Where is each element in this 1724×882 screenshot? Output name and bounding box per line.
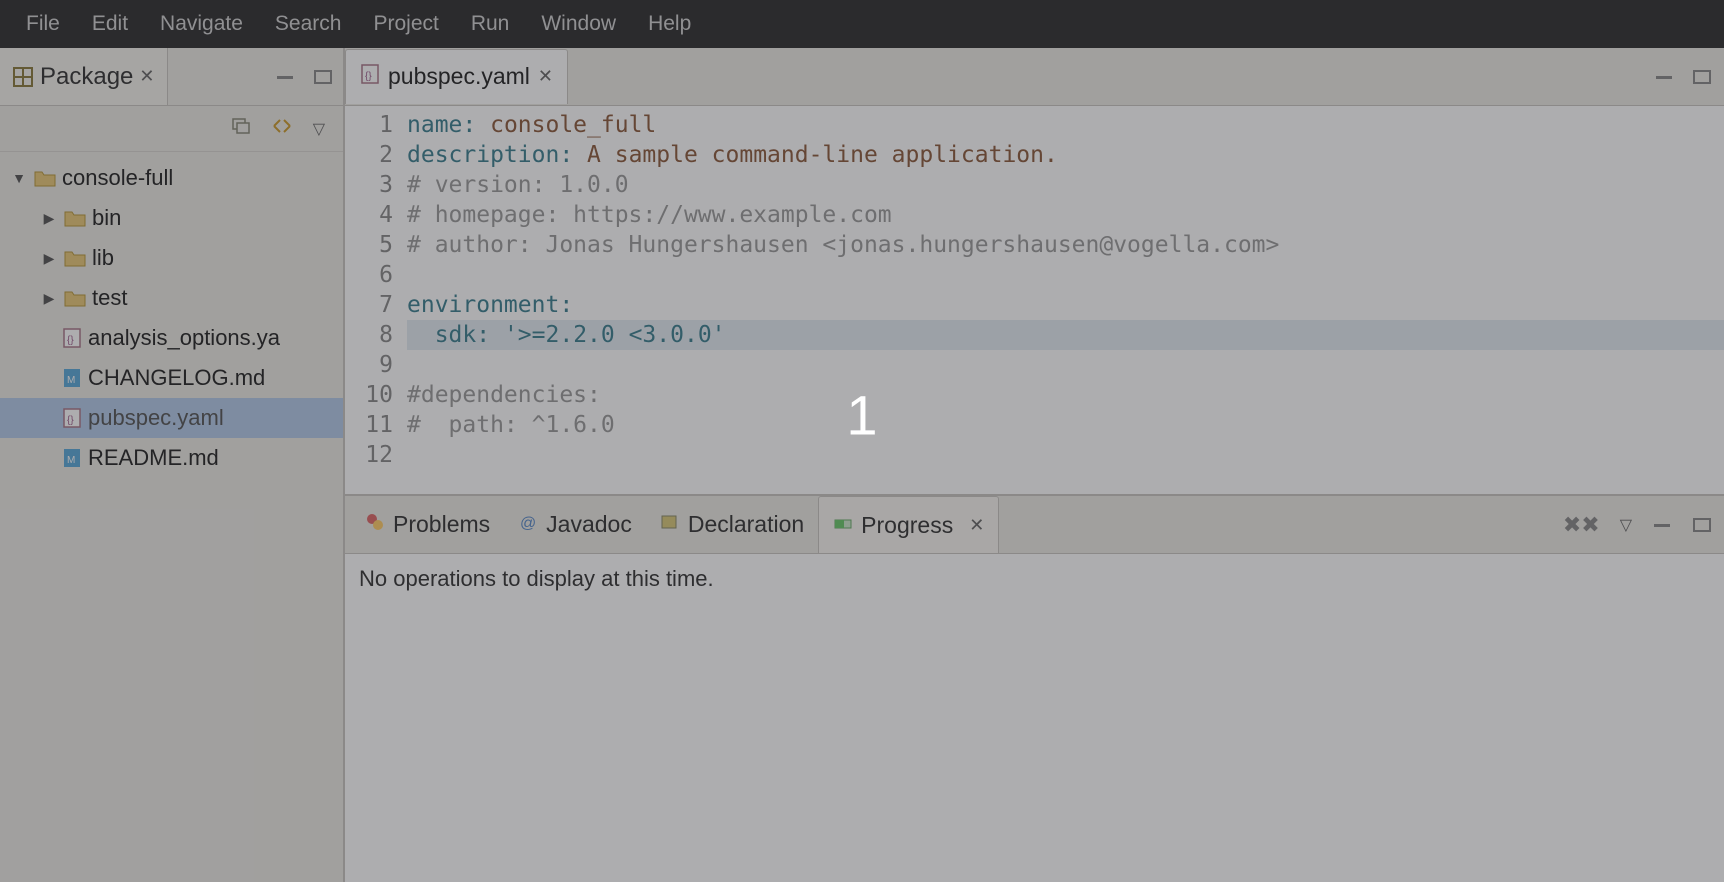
tree-label: CHANGELOG.md bbox=[88, 365, 265, 391]
svg-text:M: M bbox=[67, 375, 75, 386]
close-icon[interactable]: ✕ bbox=[538, 66, 553, 87]
tree-label: pubspec.yaml bbox=[88, 405, 224, 431]
svg-text:@: @ bbox=[520, 515, 536, 532]
svg-text:{}: {} bbox=[365, 71, 372, 82]
editor-tab-label: pubspec.yaml bbox=[388, 63, 530, 90]
yaml-file-icon: {} bbox=[360, 63, 380, 90]
menu-file[interactable]: File bbox=[10, 4, 76, 44]
yaml-file-icon: {} bbox=[62, 407, 82, 429]
folder-icon bbox=[64, 289, 86, 307]
menu-window[interactable]: Window bbox=[525, 4, 632, 44]
folder-open-icon bbox=[34, 169, 56, 187]
expand-arrow-icon[interactable]: ▼ bbox=[10, 170, 28, 186]
menu-edit[interactable]: Edit bbox=[76, 4, 144, 44]
minimize-icon[interactable] bbox=[275, 69, 295, 85]
menubar: FileEditNavigateSearchProjectRunWindowHe… bbox=[0, 0, 1724, 48]
tree-label: bin bbox=[92, 205, 121, 231]
markdown-file-icon: M bbox=[62, 367, 82, 389]
view-menu-icon[interactable]: ▽ bbox=[1620, 515, 1632, 535]
progress-icon bbox=[833, 512, 853, 539]
tab-label: Progress bbox=[861, 512, 953, 539]
tab-label: Problems bbox=[393, 511, 490, 538]
tree-label: test bbox=[92, 285, 127, 311]
package-view-tabrow: Package ✕ bbox=[0, 48, 343, 106]
javadoc-icon: @ bbox=[518, 511, 538, 538]
package-toolbar: ▽ bbox=[0, 106, 343, 152]
tab-progress[interactable]: Progress ✕ bbox=[818, 496, 999, 553]
collapse-all-icon[interactable] bbox=[231, 117, 251, 140]
svg-text:{}: {} bbox=[67, 415, 74, 426]
tree-folder-test[interactable]: ▶ test bbox=[0, 278, 343, 318]
minimize-icon[interactable] bbox=[1652, 517, 1672, 533]
link-editor-icon[interactable] bbox=[271, 117, 293, 140]
tree-label: console-full bbox=[62, 165, 173, 191]
tab-problems[interactable]: Problems bbox=[351, 496, 504, 553]
editor-tab[interactable]: {} pubspec.yaml ✕ bbox=[345, 49, 568, 105]
line-gutter: 123456789101112 bbox=[345, 106, 403, 494]
code-content[interactable]: name: console_fulldescription: A sample … bbox=[403, 106, 1724, 494]
maximize-icon[interactable] bbox=[1692, 517, 1712, 533]
view-menu-icon[interactable]: ▽ bbox=[313, 119, 325, 139]
tree-label: lib bbox=[92, 245, 114, 271]
menu-navigate[interactable]: Navigate bbox=[144, 4, 259, 44]
svg-text:{}: {} bbox=[67, 335, 74, 346]
expand-arrow-icon[interactable]: ▶ bbox=[40, 290, 58, 307]
minimize-icon[interactable] bbox=[1654, 69, 1674, 85]
expand-arrow-icon[interactable]: ▶ bbox=[40, 250, 58, 267]
tree-folder-lib[interactable]: ▶ lib bbox=[0, 238, 343, 278]
tree-label: analysis_options.ya bbox=[88, 325, 280, 351]
maximize-icon[interactable] bbox=[313, 69, 333, 85]
folder-icon bbox=[64, 249, 86, 267]
package-view-label: Package bbox=[40, 63, 133, 91]
tab-label: Declaration bbox=[688, 511, 804, 538]
package-icon bbox=[12, 66, 34, 88]
menu-project[interactable]: Project bbox=[357, 4, 454, 44]
progress-content: No operations to display at this time. bbox=[345, 554, 1724, 882]
close-icon[interactable]: ✕ bbox=[139, 66, 154, 87]
tab-declaration[interactable]: Declaration bbox=[646, 496, 818, 553]
maximize-icon[interactable] bbox=[1692, 69, 1712, 85]
svg-text:M: M bbox=[67, 455, 75, 466]
overlay-number: 1 bbox=[846, 383, 877, 448]
tree-file[interactable]: {} pubspec.yaml bbox=[0, 398, 343, 438]
yaml-file-icon: {} bbox=[62, 327, 82, 349]
tree-project[interactable]: ▼ console-full bbox=[0, 158, 343, 198]
markdown-file-icon: M bbox=[62, 447, 82, 469]
menu-run[interactable]: Run bbox=[455, 4, 526, 44]
expand-arrow-icon[interactable]: ▶ bbox=[40, 210, 58, 227]
remove-all-icon[interactable]: ✖✖ bbox=[1563, 512, 1600, 538]
close-icon[interactable]: ✕ bbox=[969, 515, 984, 536]
tree-file[interactable]: M CHANGELOG.md bbox=[0, 358, 343, 398]
package-explorer-panel: Package ✕ ▽ ▼ console-full ▶ bin ▶ lib ▶ test {}… bbox=[0, 48, 345, 882]
tree-label: README.md bbox=[88, 445, 219, 471]
editor-panel: {} pubspec.yaml ✕ 123456789101112 name: … bbox=[345, 48, 1724, 496]
tree-file[interactable]: M README.md bbox=[0, 438, 343, 478]
tab-javadoc[interactable]: @ Javadoc bbox=[504, 496, 646, 553]
package-tree: ▼ console-full ▶ bin ▶ lib ▶ test {} analysis_opt… bbox=[0, 152, 343, 882]
package-view-tab[interactable]: Package ✕ bbox=[0, 48, 168, 105]
problems-icon bbox=[365, 511, 385, 538]
tree-file[interactable]: {} analysis_options.ya bbox=[0, 318, 343, 358]
code-editor[interactable]: 123456789101112 name: console_fulldescri… bbox=[345, 106, 1724, 494]
menu-search[interactable]: Search bbox=[259, 4, 358, 44]
bottom-panel: Problems@JavadocDeclarationProgress✕✖✖▽ … bbox=[345, 496, 1724, 882]
progress-empty-text: No operations to display at this time. bbox=[359, 566, 714, 591]
bottom-tabrow: Problems @ Javadoc Declaration Progress ✕ ✖✖ ▽ bbox=[345, 496, 1724, 554]
folder-icon bbox=[64, 209, 86, 227]
tree-folder-bin[interactable]: ▶ bin bbox=[0, 198, 343, 238]
declaration-icon bbox=[660, 511, 680, 538]
menu-help[interactable]: Help bbox=[632, 4, 707, 44]
editor-tabrow: {} pubspec.yaml ✕ bbox=[345, 48, 1724, 106]
tab-label: Javadoc bbox=[546, 511, 632, 538]
